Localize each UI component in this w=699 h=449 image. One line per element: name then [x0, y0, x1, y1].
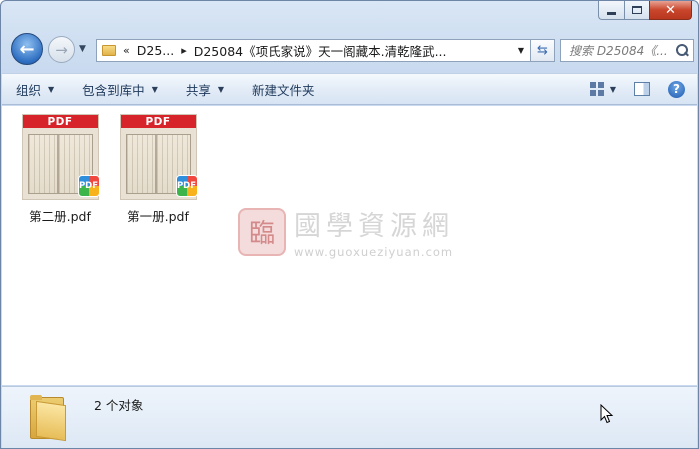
explorer-window: ✕ ← → ▼ « D25... ▸ D25084《项氏家说》天一阁藏本.清乾隆…	[0, 0, 699, 449]
preview-pane-icon[interactable]	[634, 82, 650, 96]
include-in-library-menu[interactable]: 包含到库中 ▼	[68, 74, 172, 104]
arrow-left-icon: ←	[19, 38, 35, 60]
include-in-library-label: 包含到库中	[82, 82, 145, 98]
close-button[interactable]: ✕	[649, 1, 692, 20]
item-count: 2 个对象	[94, 398, 144, 413]
file-name[interactable]: 第二册.pdf	[29, 206, 91, 225]
change-view-icon[interactable]	[589, 82, 604, 96]
toolbar-right-group: ▼ ?	[589, 80, 697, 98]
close-icon: ✕	[665, 2, 676, 18]
breadcrumb-separator-icon[interactable]: ▸	[181, 44, 187, 57]
pdf-thumbnail: PDF PDF	[21, 114, 100, 200]
file-list-area[interactable]: PDF PDF 第二册.pdf PDF PDF 第一册.pdf 臨 國學資源網 …	[2, 106, 697, 385]
share-label: 共享	[185, 82, 211, 98]
maximize-button[interactable]	[624, 1, 649, 20]
watermark: 臨 國學資源網 www.guoxueziyuan.com	[238, 204, 454, 259]
navigation-bar: ← → ▼ « D25... ▸ D25084《项氏家说》天一阁藏本.清乾隆武.…	[9, 31, 694, 67]
mouse-cursor-icon	[600, 404, 614, 424]
forward-button[interactable]: →	[48, 36, 75, 63]
minimize-button[interactable]	[598, 1, 624, 20]
breadcrumb-current[interactable]: D25084《项氏家说》天一阁藏本.清乾隆武...	[194, 41, 447, 60]
pdf-band: PDF	[120, 115, 196, 128]
watermark-url: www.guoxueziyuan.com	[294, 245, 454, 259]
command-bar: 组织 ▼ 包含到库中 ▼ 共享 ▼ 新建文件夹 ▼ ?	[2, 73, 697, 105]
address-dropdown-icon[interactable]: ▼	[518, 46, 524, 55]
pdf-band: PDF	[22, 115, 98, 128]
file-name[interactable]: 第一册.pdf	[127, 206, 189, 225]
overflow-chevron-icon[interactable]: «	[123, 44, 130, 57]
new-folder-button[interactable]: 新建文件夹	[238, 74, 329, 104]
refresh-icon: ⇆	[537, 43, 548, 58]
chevron-down-icon: ▼	[151, 84, 158, 94]
address-bar[interactable]: « D25... ▸ D25084《项氏家说》天一阁藏本.清乾隆武... ▼	[96, 39, 531, 62]
maximize-icon	[632, 6, 642, 14]
file-item[interactable]: PDF PDF 第一册.pdf	[113, 114, 203, 225]
caption-buttons: ✕	[598, 1, 692, 21]
chevron-down-icon: ▼	[48, 84, 55, 94]
minimize-icon	[607, 11, 616, 15]
arrow-right-icon: →	[55, 40, 68, 59]
search-input[interactable]	[569, 43, 673, 58]
share-menu[interactable]: 共享 ▼	[172, 74, 238, 104]
pdf-thumbnail: PDF PDF	[119, 114, 198, 200]
file-item[interactable]: PDF PDF 第二册.pdf	[15, 114, 105, 225]
folder-icon	[30, 395, 70, 442]
watermark-text: 國學資源網 www.guoxueziyuan.com	[294, 204, 454, 259]
details-pane: 2 个对象	[2, 386, 697, 448]
new-folder-label: 新建文件夹	[252, 82, 315, 98]
folder-icon	[102, 45, 116, 56]
refresh-button[interactable]: ⇆	[531, 39, 555, 62]
organize-label: 组织	[16, 82, 42, 98]
recent-pages-dropdown[interactable]: ▼	[79, 44, 89, 54]
pdf-app-icon: PDF	[175, 175, 198, 197]
breadcrumb-root[interactable]: D25...	[137, 43, 174, 58]
view-options-dropdown[interactable]: ▼	[610, 85, 616, 94]
help-icon[interactable]: ?	[668, 80, 685, 98]
watermark-title: 國學資源網	[294, 211, 454, 242]
search-icon[interactable]	[675, 43, 689, 58]
chevron-down-icon: ▼	[217, 84, 225, 94]
watermark-seal-logo: 臨	[238, 207, 286, 256]
search-box[interactable]	[560, 39, 694, 62]
back-button[interactable]: ←	[11, 33, 43, 65]
organize-menu[interactable]: 组织 ▼	[2, 74, 68, 104]
pdf-app-icon: PDF	[77, 175, 100, 197]
